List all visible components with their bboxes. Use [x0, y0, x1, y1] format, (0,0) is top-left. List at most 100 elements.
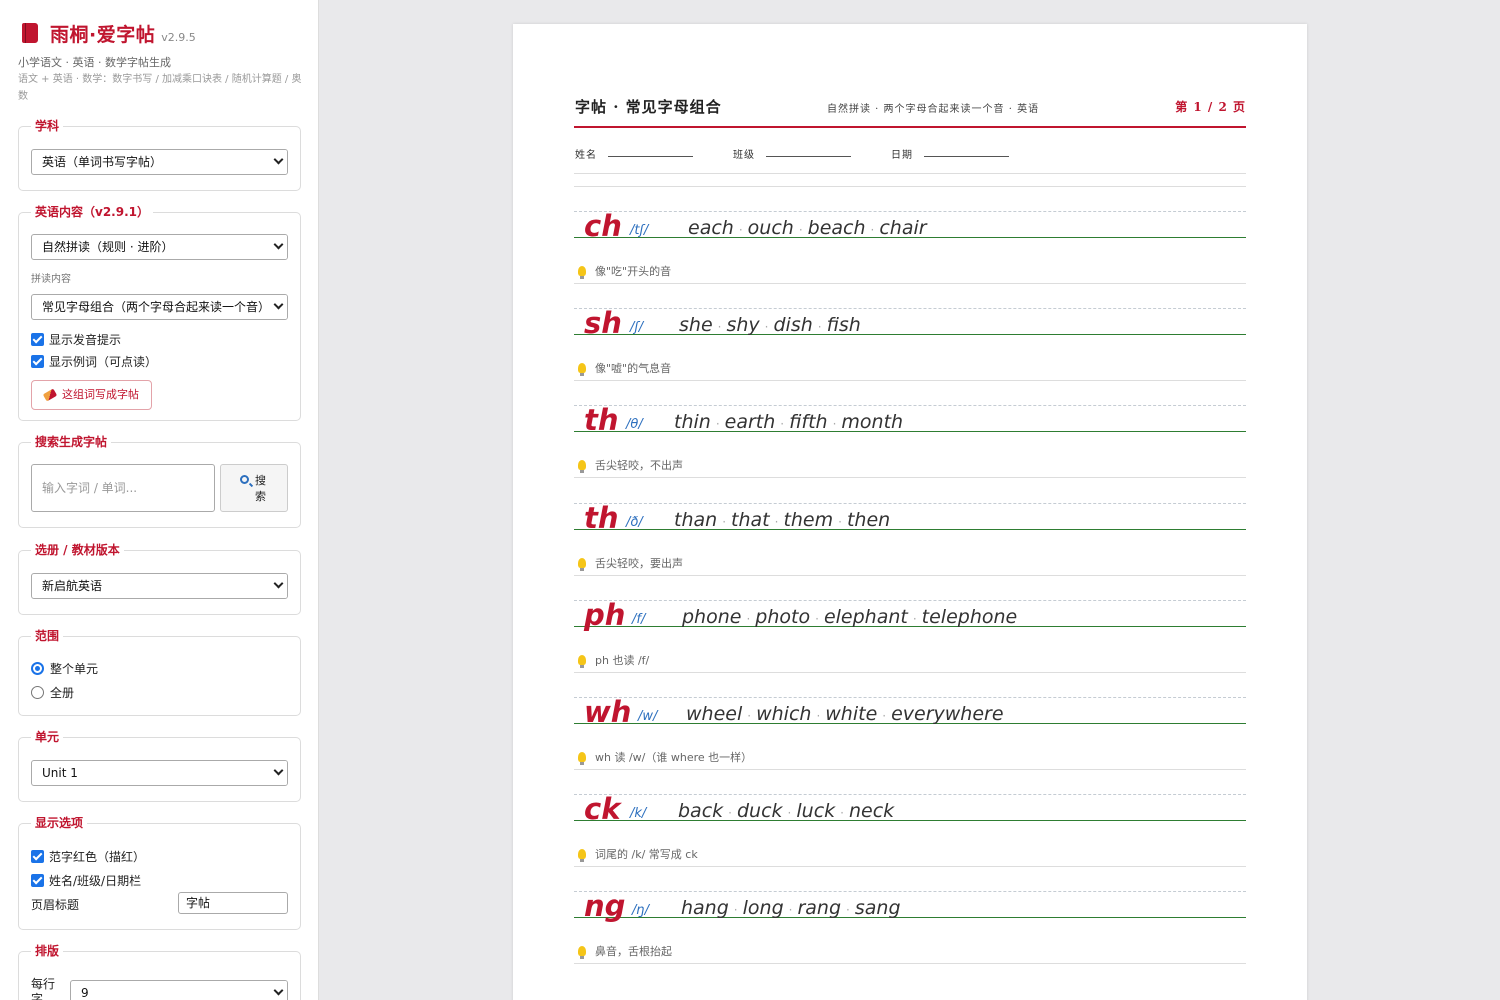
sheet-title: 字帖 · 常见字母组合 [575, 98, 722, 116]
word-separator: · [815, 611, 819, 626]
name-bar-checkbox[interactable]: 姓名/班级/日期栏 [31, 872, 141, 889]
example-word[interactable]: ouch [748, 217, 794, 239]
red-sample-checkbox[interactable]: 范字红色（描红） [31, 848, 145, 865]
search-panel: 搜索生成字帖 输入字词 / 单词... 搜索 [18, 433, 301, 528]
row-divider [574, 283, 1246, 284]
dashed-guide [574, 891, 1246, 893]
app-subtitle: 小学语文 · 英语 · 数学字帖生成 [18, 56, 171, 69]
show-pron-checkbox[interactable]: 显示发音提示 [31, 331, 121, 348]
letter-combo: sh [584, 306, 622, 341]
word-separator: · [728, 806, 732, 821]
example-word[interactable]: sang [855, 897, 901, 919]
example-word[interactable]: which [756, 703, 811, 725]
subject-select[interactable]: 英语（单词书写字帖） [31, 149, 288, 175]
textbook-legend: 选册 / 教材版本 [31, 541, 124, 558]
row-divider [574, 380, 1246, 382]
lightbulb-icon [578, 849, 586, 863]
example-word[interactable]: photo [755, 606, 810, 628]
example-word[interactable]: dish [773, 314, 812, 336]
row-divider [574, 769, 1246, 770]
dashed-guide [574, 502, 1246, 504]
word-separator: · [838, 514, 842, 529]
example-word[interactable]: hang [681, 897, 729, 919]
layout-panel: 排版 每行字 9 [18, 942, 301, 1000]
example-word[interactable]: duck [737, 800, 783, 822]
example-words: phone · photo · elephant · telephone [682, 606, 1017, 628]
example-word[interactable]: long [743, 897, 784, 919]
example-word[interactable]: rang [797, 897, 841, 919]
dashed-guide [574, 697, 1246, 698]
example-words: wheel · which · white · everywhere [686, 703, 1004, 725]
example-word[interactable]: white [825, 703, 877, 725]
word-separator: · [832, 417, 837, 432]
chevron-down-icon [273, 985, 284, 996]
unit-select[interactable]: Unit 1 [31, 760, 288, 786]
pronunciation-hint: 像"嘘"的气息音 [578, 360, 672, 377]
example-word[interactable]: she [679, 314, 713, 336]
hint-text: 像"嘘"的气息音 [595, 362, 672, 376]
phonetic: /θ/ [626, 417, 643, 433]
practice-row: ch/tʃ/each · ouch · beach · chair 像"吃"开头的音 [574, 209, 1246, 308]
search-button[interactable]: 搜索 [220, 464, 288, 512]
chevron-down-icon [273, 765, 284, 776]
baseline [574, 334, 1246, 336]
radio-empty-icon [31, 686, 44, 699]
example-word[interactable]: each [688, 217, 734, 239]
example-word[interactable]: wheel [686, 703, 742, 725]
example-words: back · duck · luck · neck [678, 800, 894, 822]
letter-combo: ph [584, 597, 626, 632]
example-word[interactable]: then [847, 509, 890, 531]
example-word[interactable]: telephone [922, 606, 1018, 628]
example-word[interactable]: chair [879, 217, 926, 239]
rows-select-value: 9 [81, 986, 89, 1000]
class-label: 班级 [733, 150, 755, 161]
pronunciation-hint: 鼻音，舌根抬起 [578, 943, 672, 960]
example-word[interactable]: shy [726, 314, 759, 336]
show-examples-checkbox[interactable]: 显示例词（可点读） [31, 353, 157, 370]
make-sheet-button[interactable]: 这组词写成字帖 [31, 380, 152, 410]
page-indicator: 第 1 / 2 页 [1175, 100, 1246, 114]
example-word[interactable]: luck [796, 800, 835, 822]
sidebar: 雨桐·爱字帖 v2.9.5 小学语文 · 英语 · 数学字帖生成 语文 + 英语… [0, 0, 319, 1000]
range-all-radio[interactable]: 全册 [31, 684, 74, 701]
rows-select[interactable]: 9 [70, 980, 288, 1000]
word-separator: · [788, 903, 793, 918]
phonetic: /ð/ [626, 514, 643, 530]
example-word[interactable]: elephant [824, 606, 908, 628]
app-version: v2.9.5 [161, 31, 196, 44]
example-word[interactable]: back [678, 800, 723, 822]
word-separator: · [846, 903, 850, 918]
header-title-input[interactable]: 字帖 [178, 892, 288, 914]
example-word[interactable]: them [783, 509, 833, 531]
practice-row: th/ð/than · that · them · then 舌尖轻咬，要出声 [574, 500, 1246, 600]
example-word[interactable]: that [731, 509, 770, 531]
search-input[interactable]: 输入字词 / 单词... [31, 464, 215, 512]
display-legend: 显示选项 [31, 814, 88, 831]
example-word[interactable]: earth [725, 411, 776, 433]
example-word[interactable]: phone [682, 606, 741, 628]
phonetic: /f/ [632, 611, 646, 627]
example-word[interactable]: than [674, 509, 717, 531]
phonics-mode-select[interactable]: 自然拼读（规则 · 进阶） [31, 234, 288, 260]
range-unit-radio[interactable]: 整个单元 [31, 660, 98, 677]
example-word[interactable]: everywhere [891, 703, 1003, 725]
rows-label: 每行字 [31, 977, 56, 1000]
example-word[interactable]: beach [808, 217, 866, 239]
example-word[interactable]: thin [674, 411, 711, 433]
textbook-select[interactable]: 新启航英语 [31, 573, 288, 599]
dashed-guide [574, 308, 1246, 310]
range-panel: 范围 整个单元 全册 [18, 627, 301, 716]
display-panel: 显示选项 范字红色（描红） 姓名/班级/日期栏 页眉标题 字帖 [18, 814, 301, 930]
example-word[interactable]: fifth [789, 411, 827, 433]
phonics-content-select[interactable]: 常见字母组合（两个字母合起来读一个音） [31, 294, 288, 320]
example-word[interactable]: fish [827, 314, 861, 336]
example-word[interactable]: month [841, 411, 903, 433]
content-label: 拼读内容 [31, 274, 71, 285]
lightbulb-icon [578, 557, 586, 571]
letter-combo: ck [584, 792, 621, 827]
dashed-guide [574, 794, 1246, 796]
pronunciation-hint: ph 也读 /f/ [578, 652, 649, 668]
letter-combo: th [584, 500, 619, 535]
hint-text: ph 也读 /f/ [595, 653, 650, 667]
example-word[interactable]: neck [849, 800, 894, 822]
